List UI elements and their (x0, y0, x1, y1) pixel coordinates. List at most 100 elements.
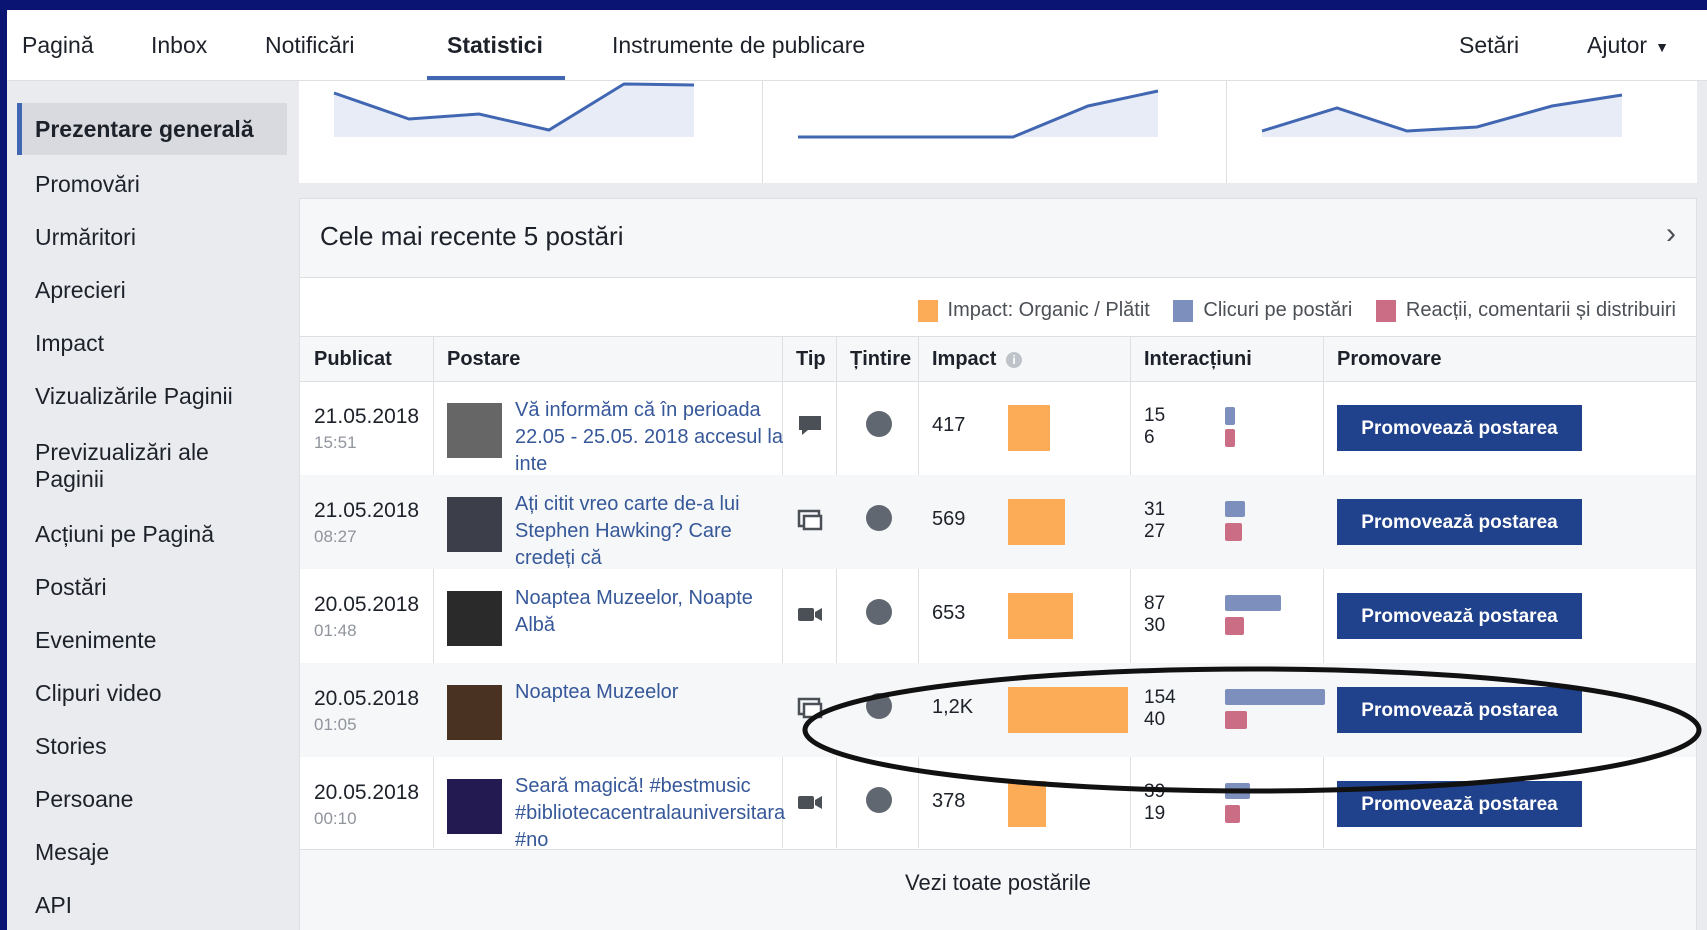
cell-targeting (836, 475, 918, 569)
cell-reach: 378 (918, 757, 1130, 851)
post-date: 20.05.2018 (314, 687, 420, 710)
cell-targeting (836, 663, 918, 757)
cell-published: 20.05.2018 01:05 (300, 663, 433, 757)
see-all-posts-link[interactable]: Vezi toate postările (300, 870, 1696, 896)
boost-post-button[interactable]: Promovează postarea (1337, 593, 1582, 639)
tab-page[interactable]: Pagină (22, 10, 94, 80)
tab-help[interactable]: Ajutor ▼ (1587, 10, 1669, 80)
reach-bar (1008, 499, 1065, 545)
post-time: 01:48 (314, 621, 357, 640)
post-date: 20.05.2018 (314, 593, 420, 616)
cell-published: 20.05.2018 00:10 (300, 757, 433, 851)
post-thumbnail[interactable] (447, 403, 502, 458)
sidebar-item-likes[interactable]: Aprecieri (17, 277, 287, 304)
post-thumbnail[interactable] (447, 779, 502, 834)
top-nav: Pagină Inbox Notificări Statistici Instr… (7, 10, 1707, 81)
boost-post-button[interactable]: Promovează postarea (1337, 781, 1582, 827)
album-icon (797, 509, 823, 531)
post-link[interactable]: Ați citit vreo carte de-a lui Stephen Ha… (515, 491, 795, 572)
boost-post-button[interactable]: Promovează postarea (1337, 405, 1582, 451)
sparkline-area (798, 91, 1158, 137)
sidebar-item-overview[interactable]: Prezentare generală (17, 103, 287, 155)
tab-inbox[interactable]: Inbox (151, 10, 207, 80)
clicks-bar (1225, 501, 1245, 517)
column-header-post[interactable]: Postare (433, 337, 782, 381)
reach-bar (1008, 593, 1073, 639)
reach-value: 378 (932, 790, 966, 812)
boost-post-button[interactable]: Promovează postarea (1337, 687, 1582, 733)
cell-post: Noaptea Muzeelor (433, 663, 782, 757)
sidebar-item-people[interactable]: Persoane (17, 786, 287, 813)
chevron-right-icon[interactable]: › (1666, 217, 1676, 251)
cell-engagement: 39 19 (1130, 757, 1323, 851)
caret-down-icon: ▼ (1655, 38, 1669, 55)
clicks-value: 39 (1144, 781, 1166, 802)
column-header-engagement[interactable]: Interacțiuni (1130, 337, 1323, 381)
post-link[interactable]: Noaptea Muzeelor (515, 679, 795, 706)
sidebar-item-page-previews[interactable]: Previzualizări ale Paginii (17, 439, 237, 493)
column-header-promote[interactable]: Promovare (1323, 337, 1596, 381)
video-icon (798, 608, 822, 621)
cell-promote: Promovează postarea (1323, 475, 1596, 569)
column-header-type[interactable]: Tip (782, 337, 836, 381)
reach-value: 1,2K (932, 696, 974, 718)
legend: Impact: Organic / Plătit Clicuri pe post… (900, 299, 1676, 328)
post-thumbnail[interactable] (447, 591, 502, 646)
reactions-bar (1225, 429, 1235, 447)
sidebar-item-promotions[interactable]: Promovări (17, 171, 287, 198)
tab-notifications[interactable]: Notificări (265, 10, 354, 80)
cell-reach: 569 (918, 475, 1130, 569)
post-link[interactable]: Noaptea Muzeelor, Noapte Albă (515, 585, 795, 639)
cell-published: 21.05.2018 15:51 (300, 381, 433, 475)
panel-header: Cele mai recente 5 postări › (300, 199, 1696, 278)
sidebar-item-videos[interactable]: Clipuri video (17, 680, 287, 707)
clicks-bar (1225, 407, 1235, 425)
boost-post-button[interactable]: Promovează postarea (1337, 499, 1582, 545)
post-date: 21.05.2018 (314, 499, 420, 522)
post-thumbnail[interactable] (447, 497, 502, 552)
sidebar-item-events[interactable]: Evenimente (17, 627, 287, 654)
column-header-published[interactable]: Publicat (300, 337, 433, 381)
legend-item-reactions: Reacții, comentarii și distribuiri (1375, 299, 1676, 322)
sidebar-item-followers[interactable]: Urmăritori (17, 224, 287, 251)
sidebar-item-stories[interactable]: Stories (17, 733, 287, 760)
clicks-value: 31 (1144, 499, 1166, 520)
sidebar-item-posts[interactable]: Postări (17, 574, 287, 601)
column-header-targeting[interactable]: Țintire (836, 337, 918, 381)
cell-post: Seară magică! #bestmusic #bibliotecacent… (433, 757, 785, 851)
legend-swatch (917, 299, 938, 322)
tab-settings[interactable]: Setări (1459, 10, 1519, 80)
sidebar-item-page-views[interactable]: Vizualizările Paginii (17, 383, 287, 410)
cell-targeting (836, 381, 918, 475)
cell-post: Noaptea Muzeelor, Noapte Albă (433, 569, 782, 663)
panel-title: Cele mai recente 5 postări (320, 221, 624, 251)
status-icon (799, 416, 821, 435)
info-icon[interactable]: i (1006, 351, 1023, 368)
album-icon (797, 697, 823, 719)
table-header: Publicat Postare Tip Țintire Impact i In… (300, 336, 1696, 382)
reach-value: 417 (932, 414, 966, 436)
post-time: 01:05 (314, 715, 357, 734)
tab-insights[interactable]: Statistici (447, 10, 543, 80)
legend-item-clicks: Clicuri pe postări (1173, 299, 1352, 322)
tab-publishing-tools[interactable]: Instrumente de publicare (612, 10, 865, 80)
globe-icon (866, 505, 892, 531)
column-header-reach[interactable]: Impact i (918, 337, 1130, 381)
post-date: 20.05.2018 (314, 781, 420, 804)
cell-targeting (836, 569, 918, 663)
post-time: 00:10 (314, 809, 357, 828)
reactions-value: 30 (1144, 615, 1166, 636)
cell-published: 21.05.2018 08:27 (300, 475, 433, 569)
cell-promote: Promovează postarea (1323, 663, 1596, 757)
sidebar-item-page-actions[interactable]: Acțiuni pe Pagină (17, 521, 287, 548)
clicks-bar (1225, 595, 1281, 611)
help-label: Ajutor (1587, 32, 1648, 58)
post-link[interactable]: Seară magică! #bestmusic #bibliotecacent… (515, 773, 795, 854)
post-thumbnail[interactable] (447, 685, 502, 740)
sidebar-item-api[interactable]: API (17, 892, 287, 919)
table-row: 21.05.2018 08:27 Ați citit vreo carte de-a… (300, 475, 1696, 569)
post-link[interactable]: Vă informăm că în perioada 22.05 - 25.05… (515, 397, 795, 478)
cell-published: 20.05.2018 01:48 (300, 569, 433, 663)
sidebar-item-messages[interactable]: Mesaje (17, 839, 287, 866)
sidebar-item-reach[interactable]: Impact (17, 330, 287, 357)
